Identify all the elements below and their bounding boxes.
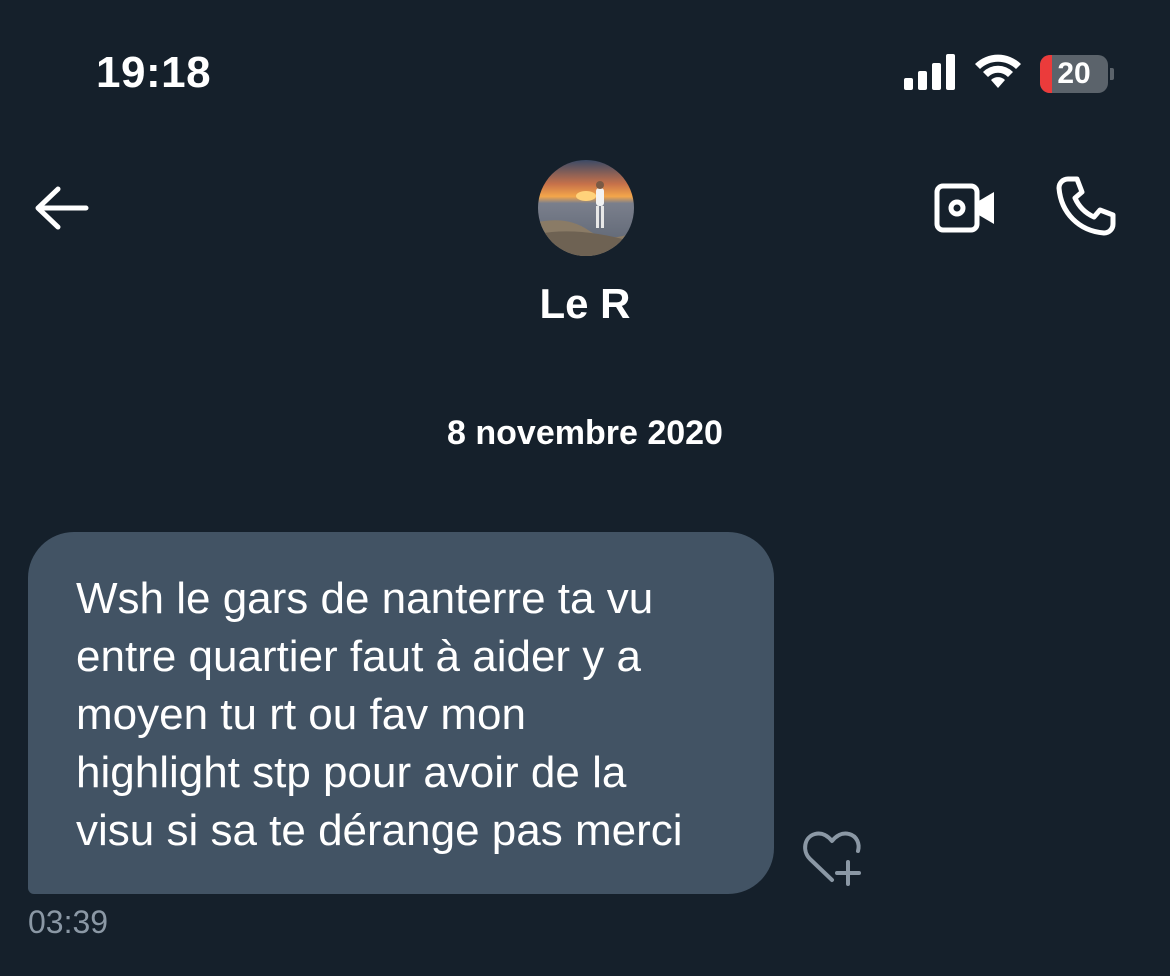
video-camera-icon — [934, 183, 994, 233]
phone-icon — [1056, 176, 1116, 236]
battery-icon: 20 — [1040, 55, 1108, 93]
message-bubble[interactable]: Wsh le gars de nanterre ta vu entre quar… — [28, 532, 774, 894]
arrow-left-icon — [35, 186, 89, 230]
date-separator: 8 novembre 2020 — [447, 414, 723, 452]
contact-name[interactable]: Le R — [0, 280, 1170, 328]
heart-plus-icon — [803, 831, 861, 886]
battery-level-fill — [1040, 55, 1052, 93]
status-time: 19:18 — [96, 48, 212, 97]
voice-call-button[interactable] — [1050, 172, 1122, 240]
back-button[interactable] — [32, 180, 92, 236]
wifi-icon — [974, 54, 1022, 95]
react-button[interactable] — [800, 826, 868, 888]
cellular-signal-icon — [904, 53, 956, 95]
dm-conversation-screen: 19:18 20 Le R 8 novembre 2020 Wsh le gar… — [0, 0, 1170, 976]
battery-nub — [1110, 68, 1114, 80]
message-timestamp: 03:39 — [28, 904, 109, 940]
contact-avatar-photo — [538, 160, 634, 256]
battery-level: 20 — [1057, 57, 1091, 90]
avatar[interactable] — [538, 160, 634, 256]
video-call-button[interactable] — [930, 178, 1002, 238]
status-icons: 20 — [904, 52, 1114, 96]
